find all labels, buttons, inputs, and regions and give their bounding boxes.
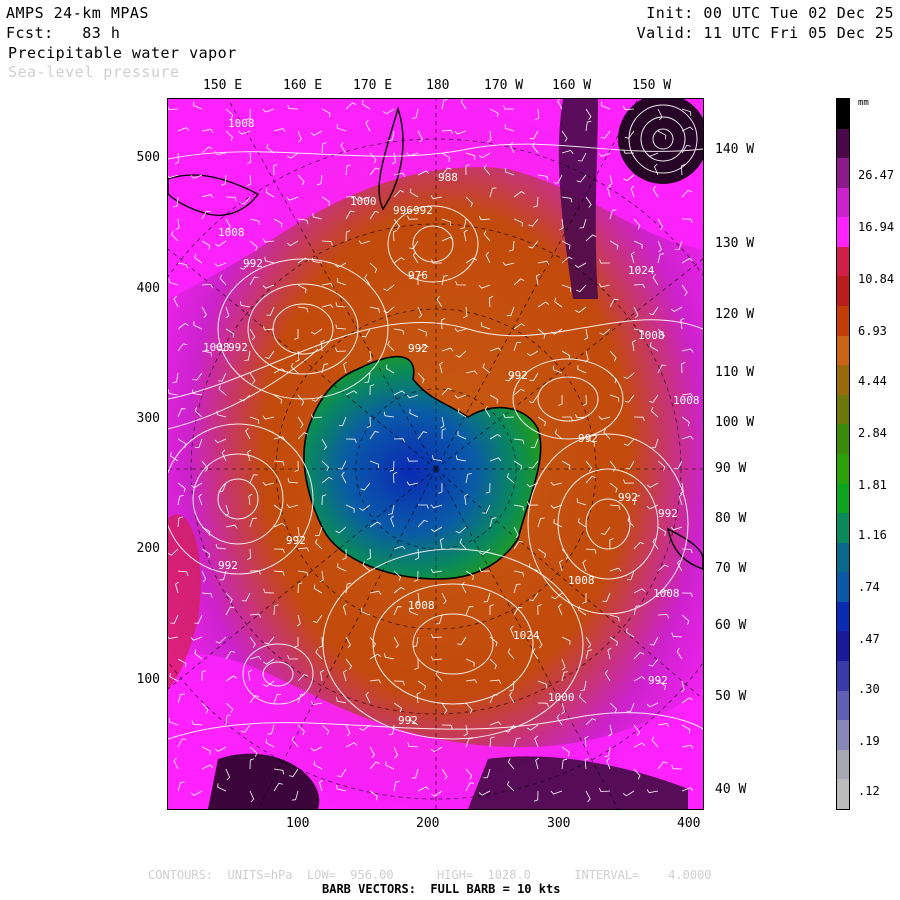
isobar-label: 1008 [568,574,595,587]
top-lon-label: 160 W [552,78,592,93]
colorbar-segment [837,631,849,661]
colorbar-label: 10.84 [858,272,895,286]
colorbar-label: .19 [858,734,880,748]
isobar-label: 992 [658,507,678,520]
field-title: Precipitable water vapor [8,44,237,62]
isobar-label: 992 [218,559,238,572]
right-lon-label: 110 W [715,365,755,380]
top-lon-label: 150 W [632,78,672,93]
y-tick-label: 100 [136,672,160,687]
colorbar-label: 6.93 [858,324,887,338]
isobar-label: 1008 [673,394,700,407]
right-lon-label: 40 W [715,782,747,797]
colorbar-units: mm [858,98,869,108]
y-tick-label: 200 [136,541,160,556]
colorbar-segment [837,128,849,159]
right-lon-label: 80 W [715,511,747,526]
colorbar-segment [837,749,849,780]
top-lon-label: 160 E [283,78,323,93]
isobar-label: 1008 [653,587,680,600]
colorbar-segment [837,394,849,425]
isobar-label: 1024 [628,264,655,277]
field-subtitle: Sea-level pressure [8,63,180,81]
colorbar-label: .74 [858,580,880,594]
contour-info: CONTOURS: UNITS=hPa LOW= 956.00 HIGH= 10… [148,868,712,882]
isobar-label: 996 [393,204,413,217]
colorbar-segment [837,276,849,307]
colorbar-label: 4.44 [858,374,887,388]
colorbar-segment [837,542,849,573]
y-tick-label: 500 [136,150,160,165]
colorbar-segment [837,483,849,514]
model-title: AMPS 24-km MPAS [6,4,149,22]
colorbar-segment [837,690,849,721]
colorbar-segment [837,246,849,277]
x-tick-label: 200 [416,816,440,831]
colorbar-segment [837,335,849,366]
colorbar-label: .30 [858,682,880,696]
barb-info: BARB VECTORS: FULL BARB = 10 kts [322,882,561,896]
isobar-label: 992 [648,674,668,687]
colorbar-label: .47 [858,632,880,646]
colorbar-segment [837,513,849,543]
x-tick-label: 300 [547,816,571,831]
colorbar-segment [837,720,849,750]
x-tick-label: 400 [677,816,701,831]
top-lon-label: 170 E [353,78,393,93]
top-lon-label: 150 E [203,78,243,93]
right-lon-label: 130 W [715,236,755,251]
right-lon-label: 100 W [715,415,755,430]
top-lon-label: 180 [426,78,450,93]
colorbar-segment [837,424,849,454]
colorbar-segment [837,660,849,691]
isobar-label: 992 [228,341,248,354]
right-lon-label: 50 W [715,689,747,704]
right-lon-label: 70 W [715,561,747,576]
colorbar-label: .12 [858,784,880,798]
y-tick-label: 400 [136,281,160,296]
pwv-colorbar [836,98,850,810]
colorbar-segment [837,306,849,336]
right-lon-label: 120 W [715,307,755,322]
isobar-label: 1024 [513,629,540,642]
colorbar-segment [837,572,849,602]
isobar-label: 988 [438,171,458,184]
isobar-label: 1008 [228,117,255,130]
isobar-label: 992 [243,257,263,270]
colorbar-label: 1.81 [858,478,887,492]
y-tick-label: 300 [136,411,160,426]
isobar-label: 992 [413,204,433,217]
isobar-label: 992 [408,342,428,355]
colorbar-label: 16.94 [858,220,895,234]
colorbar-label: 1.16 [858,528,887,542]
init-time: Init: 00 UTC Tue 02 Dec 25 [646,4,894,22]
top-lon-label: 170 W [484,78,524,93]
isobar-label: 992 [286,534,306,547]
colorbar-segment [837,779,849,809]
isobar-label: 992 [578,432,598,445]
right-lon-label: 60 W [715,618,747,633]
forecast-hour: Fcst: 83 h [6,24,121,42]
colorbar-label: 2.84 [858,426,887,440]
colorbar-segment [837,99,849,129]
colorbar-segment [837,601,849,632]
x-tick-label: 100 [286,816,310,831]
isobar-label: 992 [398,714,418,727]
colorbar-segment [837,187,849,218]
colorbar-label: 26.47 [858,168,895,182]
colorbar-segment [837,158,849,188]
colorbar-segment [837,453,849,484]
isobar-label: 1008 [218,226,245,239]
valid-time: Valid: 11 UTC Fri 05 Dec 25 [636,24,894,42]
right-lon-label: 140 W [715,142,755,157]
isobar-label: 992 [508,369,528,382]
colorbar-segment [837,365,849,395]
right-lon-label: 90 W [715,461,747,476]
isobar-label: 1000 [548,691,575,704]
pwv-map-panel: 1008 1008 1000 996 992 992 988 976 1024 1008 992 99… [167,98,704,810]
colorbar-segment [837,217,849,247]
isobar-label: 1008 [408,599,435,612]
